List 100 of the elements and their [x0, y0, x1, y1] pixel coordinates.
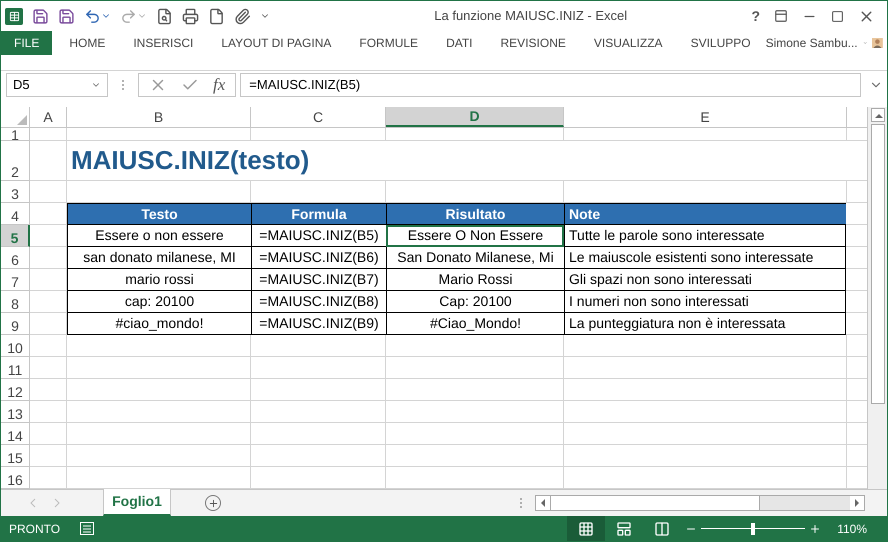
undo-icon[interactable]: [84, 8, 101, 24]
next-sheet-icon[interactable]: [53, 498, 61, 508]
grid-cell[interactable]: [30, 291, 67, 313]
column-header[interactable]: D: [386, 107, 564, 127]
grid-cell[interactable]: [564, 379, 847, 401]
grid-cell[interactable]: [30, 181, 67, 203]
grid-cell[interactable]: [30, 269, 67, 291]
row-header[interactable]: 11: [1, 357, 30, 379]
ribbon-tab[interactable]: VISUALIZZA: [580, 31, 676, 55]
grid-cell[interactable]: [67, 128, 251, 141]
scroll-thumb[interactable]: [550, 496, 760, 510]
new-document-icon[interactable]: [208, 8, 225, 24]
grid-cell[interactable]: [386, 128, 564, 141]
row-header[interactable]: 1: [1, 128, 30, 141]
grid-cell[interactable]: [67, 401, 251, 423]
table-cell[interactable]: Tutte le parole sono interessate: [564, 225, 846, 247]
table-cell[interactable]: mario rossi: [67, 269, 251, 291]
grid-cell[interactable]: [564, 335, 847, 357]
ribbon-options-icon[interactable]: [774, 9, 788, 23]
redo-icon[interactable]: [120, 8, 137, 24]
table-cell[interactable]: =MAIUSC.INIZ(B7): [251, 269, 386, 291]
grid-cell[interactable]: [564, 401, 847, 423]
column-header[interactable]: B: [67, 107, 251, 127]
grid-cell[interactable]: [30, 313, 67, 335]
grid-cell[interactable]: [67, 357, 251, 379]
name-box[interactable]: D5: [6, 73, 108, 97]
grid-cell[interactable]: [564, 445, 847, 467]
grid-cell[interactable]: [386, 445, 564, 467]
table-cell[interactable]: Le maiuscole esistenti sono interessate: [564, 247, 846, 269]
grid-cell[interactable]: [251, 357, 386, 379]
grid-cell[interactable]: [30, 225, 67, 247]
row-header[interactable]: 9: [1, 313, 30, 335]
grid-cell[interactable]: [386, 335, 564, 357]
grid-cell[interactable]: [564, 423, 847, 445]
zoom-in-icon[interactable]: [809, 522, 822, 534]
zoom-level[interactable]: 110%: [837, 520, 867, 538]
row-header[interactable]: 12: [1, 379, 30, 401]
grid-cell[interactable]: [30, 357, 67, 379]
ribbon-tab[interactable]: SVILUPPO: [678, 31, 764, 55]
insert-function-button[interactable]: fx: [213, 72, 226, 98]
table-cell[interactable]: #Ciao_Mondo!: [386, 313, 564, 335]
zoom-slider[interactable]: [701, 522, 806, 534]
grid-cell[interactable]: [386, 379, 564, 401]
row-header[interactable]: 7: [1, 269, 30, 291]
column-header[interactable]: E: [564, 107, 847, 127]
vertical-scrollbar[interactable]: [867, 107, 887, 489]
macro-recording-icon[interactable]: [80, 522, 94, 535]
grid-cell[interactable]: [564, 357, 847, 379]
table-cell[interactable]: =MAIUSC.INIZ(B6): [251, 247, 386, 269]
formula-field[interactable]: =MAIUSC.INIZ(B5): [240, 73, 861, 97]
grid-cell[interactable]: [30, 445, 67, 467]
excel-logo-icon[interactable]: [5, 8, 23, 24]
save-as-icon[interactable]: [58, 8, 75, 24]
grid-cell[interactable]: [30, 335, 67, 357]
ribbon-tab[interactable]: HOME: [56, 31, 118, 55]
row-header[interactable]: 15: [1, 445, 30, 467]
grid-cell[interactable]: [251, 423, 386, 445]
scroll-up-icon[interactable]: [870, 108, 885, 122]
table-cell[interactable]: Essere o non essere: [67, 225, 251, 247]
table-cell[interactable]: Cap: 20100: [386, 291, 564, 313]
row-header[interactable]: 13: [1, 401, 30, 423]
grid-cell[interactable]: [251, 445, 386, 467]
grid-cell[interactable]: [30, 379, 67, 401]
ribbon-tab[interactable]: FILE: [1, 31, 52, 55]
table-cell[interactable]: Essere O Non Essere: [386, 225, 564, 247]
maximize-icon[interactable]: [831, 10, 844, 22]
ribbon-tab[interactable]: INSERISCI: [120, 31, 206, 55]
row-header[interactable]: 2: [1, 141, 30, 181]
ribbon-tab[interactable]: FORMULE: [346, 31, 432, 55]
table-cell[interactable]: =MAIUSC.INIZ(B8): [251, 291, 386, 313]
select-all-icon[interactable]: [17, 115, 27, 125]
grid-cell[interactable]: [30, 401, 67, 423]
grid-cell[interactable]: [386, 357, 564, 379]
zoom-thumb[interactable]: [751, 522, 756, 534]
grid-cell[interactable]: [67, 379, 251, 401]
save-icon[interactable]: [32, 8, 49, 24]
column-header[interactable]: A: [30, 107, 67, 127]
grid-cell[interactable]: [67, 445, 251, 467]
row-header[interactable]: 10: [1, 335, 30, 357]
grid-cell[interactable]: [30, 247, 67, 269]
splitter-handle-icon[interactable]: [519, 497, 523, 509]
scroll-right-icon[interactable]: [850, 496, 864, 510]
grid-cell[interactable]: [251, 335, 386, 357]
table-cell[interactable]: Gli spazi non sono interessati: [564, 269, 846, 291]
grid-cell[interactable]: [30, 423, 67, 445]
grid-cell[interactable]: [251, 401, 386, 423]
grid-cell[interactable]: [251, 379, 386, 401]
horizontal-scrollbar[interactable]: [535, 495, 865, 511]
drag-handle-icon[interactable]: [121, 79, 125, 91]
table-cell[interactable]: =MAIUSC.INIZ(B9): [251, 313, 386, 335]
table-cell[interactable]: cap: 20100: [67, 291, 251, 313]
sheet-tab[interactable]: Foglio1: [103, 489, 171, 516]
table-cell[interactable]: san donato milanese, MI: [67, 247, 251, 269]
row-header[interactable]: 8: [1, 291, 30, 313]
row-header[interactable]: 3: [1, 181, 30, 203]
table-cell[interactable]: =MAIUSC.INIZ(B5): [251, 225, 386, 247]
ribbon-tab[interactable]: DATI: [433, 31, 486, 55]
grid-cell[interactable]: [386, 423, 564, 445]
grid-cell[interactable]: [67, 423, 251, 445]
previous-sheet-icon[interactable]: [29, 498, 37, 508]
